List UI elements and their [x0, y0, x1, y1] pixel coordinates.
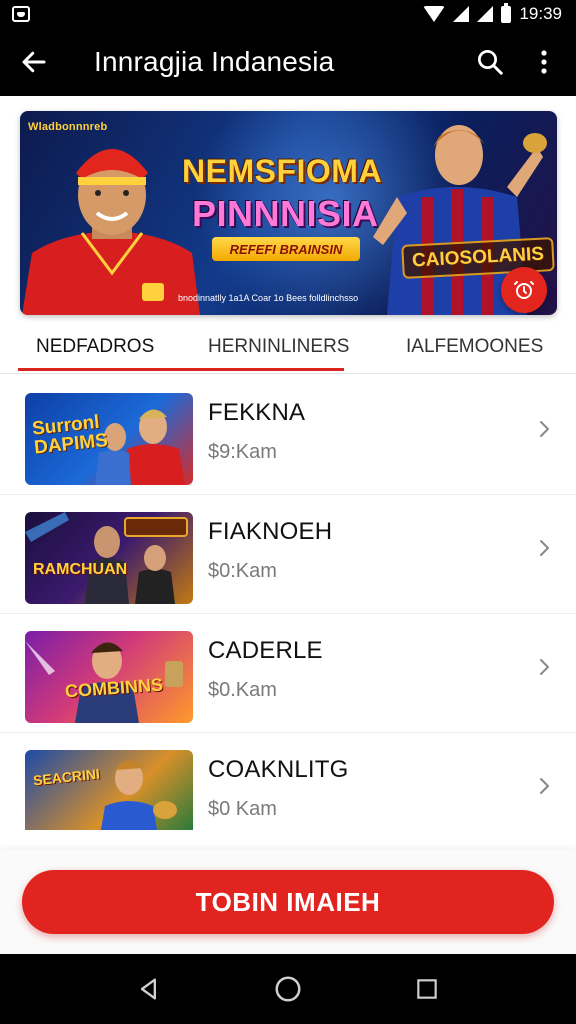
search-icon	[478, 50, 503, 75]
notification-icon	[12, 6, 30, 22]
item-thumbnail: SEACRINI	[25, 750, 193, 830]
list-item[interactable]: SEACRINI COAKNLITG $0 Kam	[0, 734, 576, 852]
chevron-right-icon	[540, 778, 549, 794]
wifi-icon	[423, 6, 446, 22]
tab-active-indicator	[18, 368, 344, 371]
cta-area: TOBIN IMAIEH	[0, 850, 576, 954]
item-title: FIAKNOEH	[208, 518, 333, 545]
chevron-right-icon	[540, 421, 549, 437]
app-title: Innragjia Indanesia	[94, 46, 335, 77]
item-title: COAKNLITG	[208, 756, 349, 783]
item-subtitle: $9:Kam	[208, 441, 277, 463]
nav-home-button[interactable]	[264, 965, 312, 1013]
signal-icon	[453, 6, 470, 22]
alarm-icon	[514, 281, 534, 299]
item-title: CADERLE	[208, 637, 323, 664]
banner-alarm-button[interactable]	[501, 267, 547, 313]
nav-back-button[interactable]	[125, 965, 173, 1013]
item-thumbnail: RAMCHUAN	[25, 512, 193, 604]
tab-bar: NEDFADROS HERNINLINERS IALFEMOONES	[0, 318, 576, 374]
item-thumbnail: COMBINNS	[25, 631, 193, 723]
item-subtitle: $0.Kam	[208, 679, 277, 701]
signal-icon-2	[477, 6, 494, 22]
list-item[interactable]: COMBINNS CADERLE $0.Kam	[0, 615, 576, 733]
tab-ialfemoones[interactable]: IALFEMOONES	[406, 336, 543, 358]
banner-headline-2: PINNNISIA	[192, 193, 379, 234]
list-item[interactable]: RAMCHUAN FIAKNOEH $0:Kam	[0, 496, 576, 614]
banner-small-text: Wladbonnnreb	[28, 121, 108, 133]
banner-pill: REFEFI BRAINSIN	[212, 237, 360, 261]
banner-headline-1: NEMSFIOMA	[182, 153, 383, 189]
promo-banner[interactable]: Wladbonnnreb NEMSFIOMA PINNNISIA REFEFI …	[20, 111, 557, 315]
app-bar: Innragjia Indanesia	[0, 28, 576, 96]
chevron-right-icon	[540, 659, 549, 675]
more-options-button[interactable]	[520, 38, 568, 86]
primary-cta-button[interactable]: TOBIN IMAIEH	[22, 870, 554, 934]
banner-player-left-image	[22, 149, 200, 315]
battery-icon	[501, 2, 512, 23]
chevron-right-icon	[540, 540, 549, 556]
banner-caption: bnodinnatlly 1a1A Coar 1o Bees folldlinc…	[178, 293, 359, 303]
back-arrow-icon	[22, 51, 46, 73]
back-button[interactable]	[10, 38, 58, 86]
item-subtitle: $0:Kam	[208, 560, 277, 582]
nav-back-triangle-icon	[141, 978, 157, 1000]
item-title: FEKKNA	[208, 399, 306, 426]
item-subtitle: $0 Kam	[208, 798, 277, 820]
nav-recents-square-icon	[416, 979, 437, 999]
item-thumbnail: Surronl DAPIMS	[25, 393, 193, 485]
item-thumbnail-text: RAMCHUAN	[33, 561, 128, 578]
tab-herninliners[interactable]: HERNINLINERS	[208, 336, 349, 358]
system-nav-bar	[0, 954, 576, 1024]
status-bar: 19:39	[0, 0, 576, 28]
status-time: 19:39	[519, 4, 562, 23]
more-vert-icon	[541, 50, 547, 74]
nav-home-circle-icon	[275, 976, 301, 1002]
nav-recents-button[interactable]	[403, 965, 451, 1013]
search-button[interactable]	[466, 38, 514, 86]
tab-nedfadros[interactable]: NEDFADROS	[36, 336, 154, 358]
list-item[interactable]: Surronl DAPIMS FEKKNA $9:Kam	[0, 377, 576, 495]
